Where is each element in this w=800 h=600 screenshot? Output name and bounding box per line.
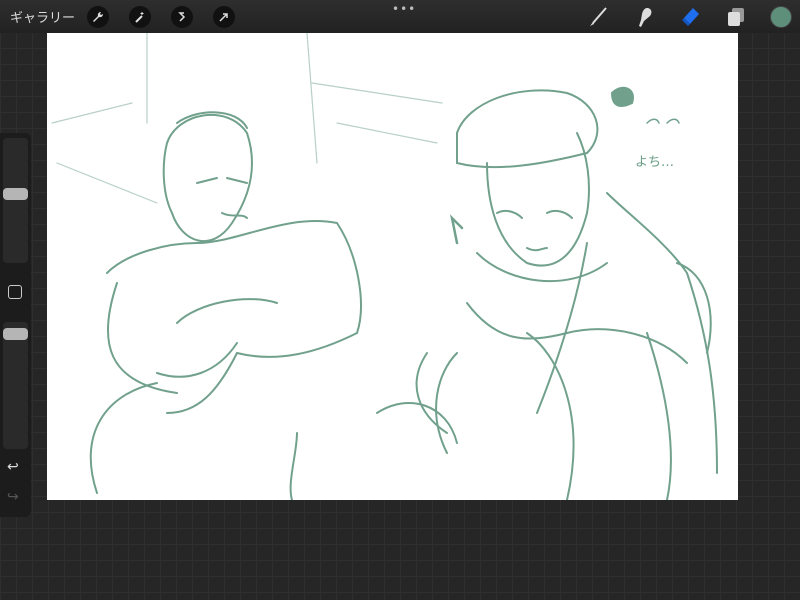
- eraser-icon[interactable]: [678, 5, 702, 29]
- handwriting-text: よち…: [635, 155, 675, 170]
- wrench-icon[interactable]: [87, 5, 110, 28]
- more-menu[interactable]: •••: [392, 2, 416, 16]
- opacity-slider[interactable]: [3, 322, 28, 449]
- redo-icon[interactable]: ↪: [7, 489, 19, 505]
- brush-icon[interactable]: [586, 5, 610, 29]
- layers-icon[interactable]: [724, 5, 748, 29]
- selection-icon[interactable]: [171, 5, 194, 28]
- opacity-thumb[interactable]: [3, 327, 28, 340]
- square-icon[interactable]: [8, 285, 22, 299]
- drawing-canvas[interactable]: よち…: [47, 32, 738, 501]
- transform-arrow-icon[interactable]: [213, 5, 236, 28]
- gallery-button[interactable]: ギャラリー: [10, 7, 75, 26]
- color-picker[interactable]: [770, 5, 792, 28]
- undo-icon[interactable]: ↩: [7, 459, 19, 475]
- brush-size-slider[interactable]: [3, 138, 28, 263]
- top-toolbar: ギャラリー •••: [0, 0, 800, 33]
- brush-size-thumb[interactable]: [3, 187, 28, 200]
- sidebar: ↩ ↪: [0, 133, 31, 517]
- smudge-icon[interactable]: [632, 5, 656, 29]
- magic-wand-icon[interactable]: [129, 5, 152, 28]
